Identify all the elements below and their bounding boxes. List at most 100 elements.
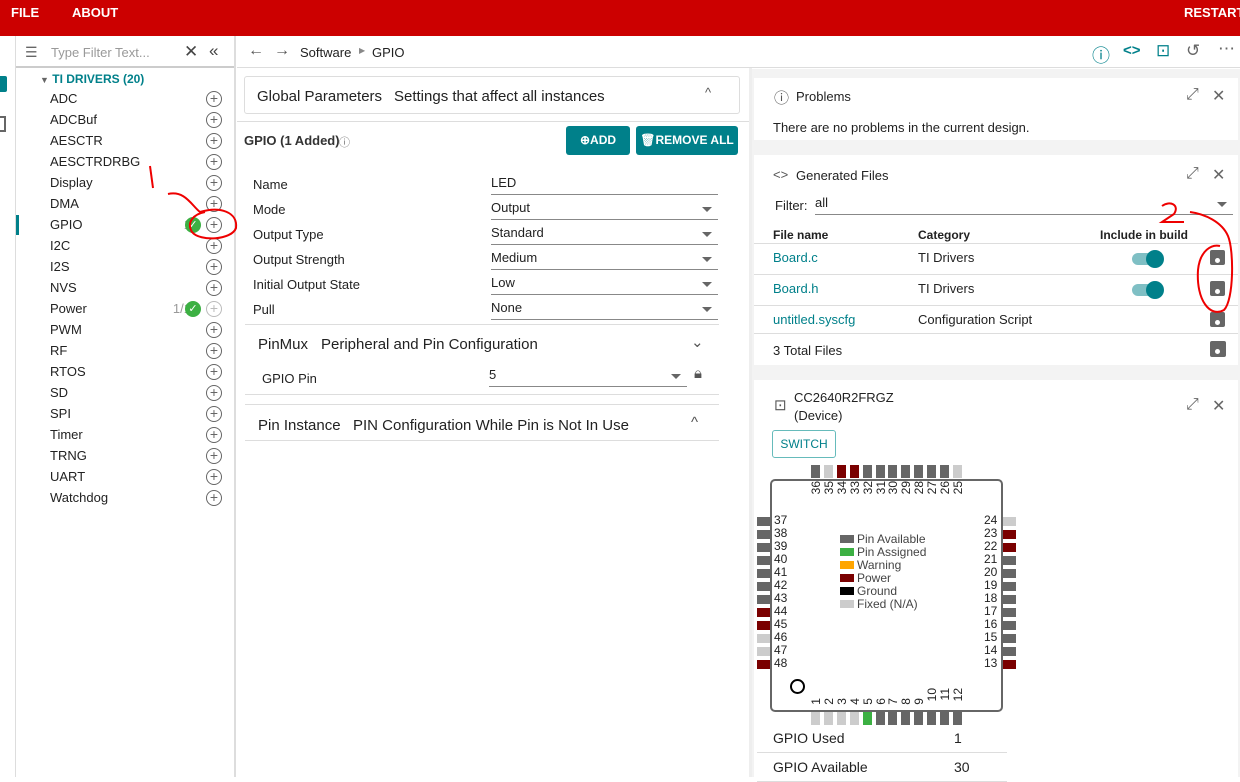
pin-44[interactable] <box>757 608 770 617</box>
pin-19[interactable] <box>1003 582 1016 591</box>
add-instance-icon[interactable]: + <box>206 469 222 485</box>
pin-34[interactable] <box>836 465 846 478</box>
expand-icon[interactable]: ⤢ <box>1186 86 1199 104</box>
menu-restart[interactable]: RESTART <box>1184 5 1240 20</box>
help-icon[interactable]: ⓘ <box>339 134 350 150</box>
pin-24[interactable] <box>1003 517 1016 526</box>
add-instance-icon[interactable]: + <box>206 280 222 296</box>
pin-7[interactable] <box>888 712 898 725</box>
software-view-icon[interactable] <box>0 76 7 92</box>
pin-40[interactable] <box>757 556 770 565</box>
add-instance-icon[interactable]: + <box>206 217 222 233</box>
pin-16[interactable] <box>1003 621 1016 630</box>
add-instance-icon[interactable]: + <box>206 343 222 359</box>
close-icon[interactable]: ✕ <box>1212 165 1225 185</box>
code-icon[interactable]: <> <box>1123 42 1141 59</box>
tree-group-ti-drivers[interactable]: ▼ TI DRIVERS (20) <box>40 72 144 86</box>
sidebar-item-i2s[interactable]: I2S + <box>50 257 236 278</box>
sidebar-item-dma[interactable]: DMA + <box>50 194 236 215</box>
lock-icon[interactable]: 🔒︎ <box>694 365 702 382</box>
pin-39[interactable] <box>757 543 770 552</box>
pin-47[interactable] <box>757 647 770 656</box>
pin-30[interactable] <box>888 465 898 478</box>
close-icon[interactable]: ✕ <box>1212 86 1225 106</box>
pin-28[interactable] <box>914 465 924 478</box>
pin-26[interactable] <box>940 465 949 478</box>
pin-8[interactable] <box>901 712 911 725</box>
pin-37[interactable] <box>757 517 770 526</box>
sidebar-item-display[interactable]: Display + <box>50 173 236 194</box>
add-instance-icon[interactable]: + <box>206 385 222 401</box>
sidebar-item-aesctrdrbg[interactable]: AESCTRDRBG + <box>50 152 236 173</box>
global-parameters-section[interactable]: Global Parameters Settings that affect a… <box>244 76 740 114</box>
add-instance-icon[interactable]: + <box>206 259 222 275</box>
pin-20[interactable] <box>1003 569 1016 578</box>
files-filter-select[interactable]: all <box>815 195 1233 215</box>
add-instance-icon[interactable]: + <box>206 91 222 107</box>
pin-13[interactable] <box>1003 660 1016 669</box>
forward-icon[interactable]: → <box>274 42 290 60</box>
pin-31[interactable] <box>875 465 885 478</box>
sidebar-item-trng[interactable]: TRNG + <box>50 446 236 467</box>
pin-11[interactable] <box>940 712 949 725</box>
menu-file[interactable]: FILE <box>11 5 39 20</box>
save-icon[interactable] <box>1210 281 1225 296</box>
sidebar-item-adc[interactable]: ADC + <box>50 89 236 110</box>
sidebar-item-aesctr[interactable]: AESCTR + <box>50 131 236 152</box>
pin-48[interactable] <box>757 660 770 669</box>
add-instance-icon[interactable]: + <box>206 175 222 191</box>
pin-6[interactable] <box>875 712 885 725</box>
chevron-up-icon[interactable]: ^ <box>705 85 711 100</box>
pin-27[interactable] <box>927 465 937 478</box>
add-button[interactable]: ⊕ADD <box>566 126 630 155</box>
pin-instance-section[interactable]: Pin Instance PIN Configuration While Pin… <box>245 404 719 441</box>
pin-12[interactable] <box>952 712 962 725</box>
pin-3[interactable] <box>836 712 846 725</box>
pin-35[interactable] <box>823 465 833 478</box>
sidebar-item-power[interactable]: Power 1/1 ✓ + <box>50 299 236 320</box>
add-instance-icon[interactable]: + <box>206 133 222 149</box>
pin-25[interactable] <box>952 465 962 478</box>
sidebar-item-pwm[interactable]: PWM + <box>50 320 236 341</box>
pin-32[interactable] <box>862 465 872 478</box>
pin-46[interactable] <box>757 634 770 643</box>
sidebar-item-gpio[interactable]: GPIO1✓+ <box>16 215 236 236</box>
field-output-strength[interactable]: Medium <box>491 250 718 270</box>
pin-38[interactable] <box>757 530 770 539</box>
clear-icon[interactable]: ✕ <box>184 42 198 62</box>
add-instance-icon[interactable]: + <box>206 322 222 338</box>
pin-10[interactable] <box>927 712 937 725</box>
collapse-icon[interactable]: « <box>209 41 218 61</box>
pin-23[interactable] <box>1003 530 1016 539</box>
file-link[interactable]: Board.c <box>773 250 818 265</box>
save-icon[interactable] <box>1210 250 1225 265</box>
pin-2[interactable] <box>823 712 833 725</box>
menu-about[interactable]: ABOUT <box>72 5 118 20</box>
hardware-view-icon[interactable] <box>0 116 6 132</box>
sidebar-item-rf[interactable]: RF + <box>50 341 236 362</box>
pin-18[interactable] <box>1003 595 1016 604</box>
chevron-up-icon[interactable]: ^ <box>691 414 698 431</box>
save-icon[interactable] <box>1210 312 1225 327</box>
field-name[interactable]: LED <box>491 175 718 195</box>
add-instance-icon[interactable]: + <box>206 364 222 380</box>
gpio-pin-select[interactable]: 5 <box>489 367 687 387</box>
switch-button[interactable]: SWITCH <box>772 430 836 458</box>
field-mode[interactable]: Output <box>491 200 718 220</box>
pin-42[interactable] <box>757 582 770 591</box>
sidebar-item-spi[interactable]: SPI + <box>50 404 236 425</box>
add-instance-icon[interactable]: + <box>206 238 222 254</box>
pin-21[interactable] <box>1003 556 1016 565</box>
file-link[interactable]: untitled.syscfg <box>773 312 855 327</box>
sidebar-item-adcbuf[interactable]: ADCBuf + <box>50 110 236 131</box>
add-instance-icon[interactable]: + <box>206 406 222 422</box>
pin-36[interactable] <box>811 465 820 478</box>
add-instance-icon[interactable]: + <box>206 154 222 170</box>
pin-14[interactable] <box>1003 647 1016 656</box>
history-icon[interactable]: ↺ <box>1186 41 1200 61</box>
add-instance-icon[interactable]: + <box>206 196 222 212</box>
close-icon[interactable]: ✕ <box>1212 396 1225 416</box>
add-instance-icon[interactable]: + <box>206 301 222 317</box>
expand-icon[interactable]: ⤢ <box>1186 165 1199 183</box>
back-icon[interactable]: ← <box>248 42 264 60</box>
